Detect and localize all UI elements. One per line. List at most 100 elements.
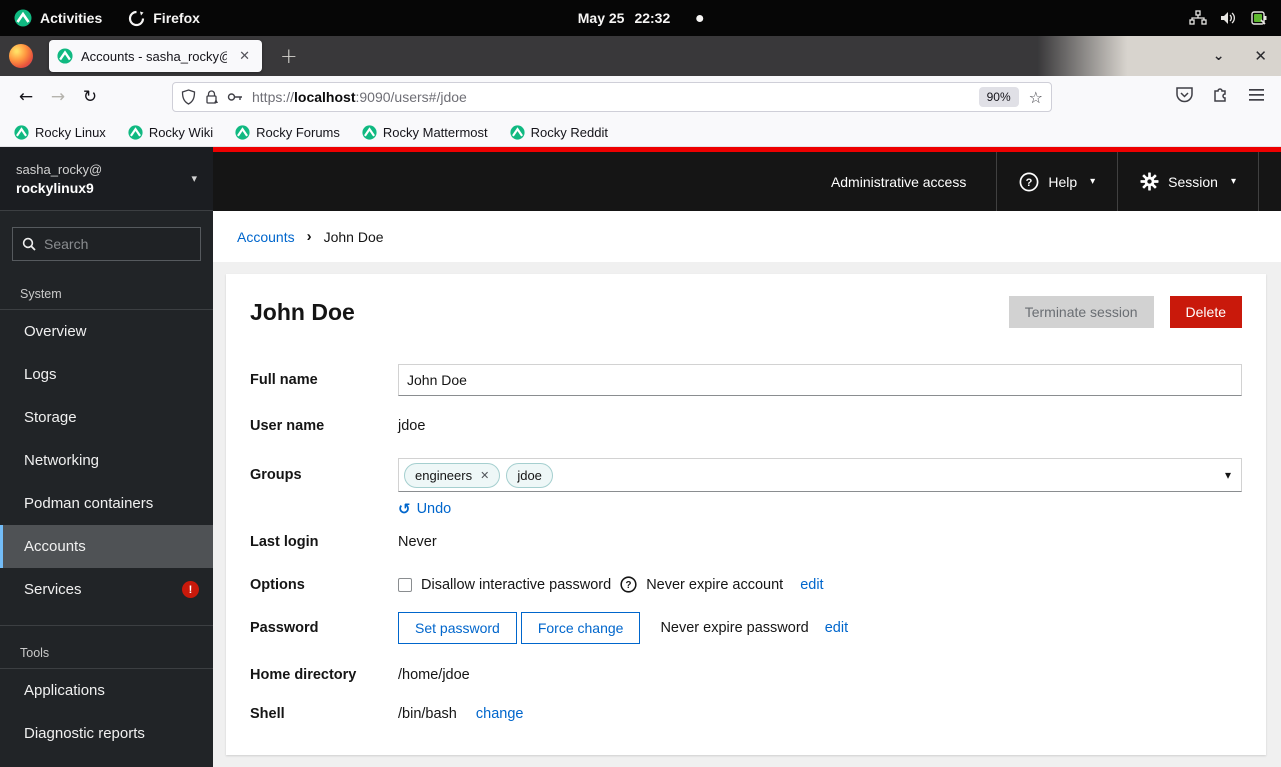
sidebar-item-diagnostic-reports[interactable]: Diagnostic reports (0, 712, 213, 755)
search-input[interactable] (44, 236, 174, 252)
firefox-icon (129, 10, 145, 26)
window-close-icon[interactable]: ✕ (1254, 47, 1267, 65)
admin-access-label: Administrative access (830, 173, 967, 190)
list-tabs-icon[interactable]: ⌄ (1213, 48, 1225, 64)
nav-section-title: System (20, 287, 62, 301)
admin-access-indicator[interactable]: Administrative access (831, 152, 996, 211)
disallow-password-checkbox[interactable] (398, 577, 412, 592)
undo-link[interactable]: Undo (417, 501, 452, 517)
url-prefix: https:// (252, 89, 295, 105)
gear-icon (1140, 172, 1159, 191)
host-switcher[interactable]: sasha_rocky@ rockylinux9 ▾ (0, 147, 213, 211)
sidebar-item-storage[interactable]: Storage (0, 396, 213, 439)
back-button[interactable]: ← (10, 82, 42, 112)
clock-time: 22:32 (634, 10, 671, 26)
url-text: https://localhost:9090/users#/jdoe (252, 89, 979, 105)
bookmark-rocky-reddit[interactable]: Rocky Reddit (510, 125, 608, 140)
shell-change-link[interactable]: change (476, 706, 524, 722)
password-label: Password (250, 620, 319, 636)
sidebar-item-applications[interactable]: Applications (0, 669, 213, 712)
force-change-button[interactable]: Force change (520, 612, 641, 644)
sidebar-item-label: Podman containers (24, 495, 154, 512)
network-icon (1189, 10, 1207, 25)
page-title: John Doe (250, 298, 355, 325)
bookmark-star-icon[interactable]: ☆ (1029, 88, 1043, 107)
chip-label: jdoe (517, 467, 542, 483)
sidebar-item-services[interactable]: Services ! (0, 568, 213, 611)
question-circle-icon[interactable]: ? (620, 576, 637, 593)
breadcrumb-accounts-link[interactable]: Accounts (237, 229, 295, 245)
group-chip-jdoe: jdoe (506, 462, 553, 488)
forward-button[interactable]: → (42, 82, 74, 112)
masthead-endcap (1258, 152, 1281, 211)
rocky-favicon (362, 124, 377, 140)
activities-button[interactable]: Activities (14, 9, 102, 27)
bookmark-label: Rocky Linux (35, 124, 106, 140)
reload-button[interactable]: ↻ (74, 82, 106, 112)
help-menu-button[interactable]: ? Help ▾ (996, 152, 1117, 211)
user-name-value: jdoe (398, 418, 426, 434)
sidebar-item-label: Storage (24, 409, 77, 426)
shell-path: /bin/bash (398, 706, 457, 722)
bookmark-label: Rocky Mattermost (382, 124, 488, 140)
chip-remove-icon[interactable]: ✕ (480, 469, 489, 482)
page-content: John Doe Terminate session Delete Full n… (213, 262, 1281, 767)
options-label: Options (250, 576, 305, 593)
firefox-menu-label: Firefox (153, 10, 200, 26)
sidebar-search[interactable] (12, 227, 201, 261)
sidebar-item-label: Logs (24, 366, 57, 383)
chevron-down-icon: ▾ (1090, 176, 1096, 187)
chip-label: engineers (415, 467, 473, 483)
bookmark-rocky-mattermost[interactable]: Rocky Mattermost (362, 125, 488, 140)
bookmark-rocky-wiki[interactable]: Rocky Wiki (128, 125, 213, 140)
zoom-level-badge[interactable]: 90% (978, 87, 1019, 107)
browser-tab-accounts[interactable]: Accounts - sasha_rocky@ ✕ (49, 40, 262, 72)
new-tab-button[interactable]: + (270, 44, 308, 68)
firefox-menu-button[interactable]: Firefox (128, 10, 200, 27)
session-label: Session (1168, 173, 1218, 190)
password-expiry-edit-link[interactable]: edit (825, 620, 848, 636)
undo-icon: ↺ (398, 500, 411, 518)
undo-action[interactable]: ↺ Undo (398, 500, 1242, 518)
sidebar-item-logs[interactable]: Logs (0, 353, 213, 396)
extensions-icon[interactable] (1212, 86, 1230, 109)
bookmark-rocky-linux[interactable]: Rocky Linux (14, 125, 106, 140)
sidebar-item-label: Overview (24, 323, 87, 340)
system-tray[interactable] (1189, 10, 1269, 26)
help-label: Help (1048, 173, 1078, 190)
sidebar-item-label: Diagnostic reports (24, 725, 145, 742)
bookmark-rocky-forums[interactable]: Rocky Forums (235, 125, 340, 140)
lock-warning-icon[interactable] (204, 89, 219, 105)
search-icon (22, 237, 36, 251)
url-bar[interactable]: https://localhost:9090/users#/jdoe 90% ☆ (172, 82, 1052, 112)
tab-close-icon[interactable]: ✕ (235, 48, 254, 65)
firefox-tab-bar: Accounts - sasha_rocky@ ✕ + ⌄ ✕ (0, 36, 1281, 76)
services-alert-badge: ! (182, 581, 199, 598)
sidebar-nav: System Overview Logs Storage Networking … (0, 267, 213, 755)
session-menu-button[interactable]: Session ▾ (1117, 152, 1258, 211)
pocket-icon[interactable] (1175, 86, 1194, 109)
host-user: sasha_rocky@ (16, 162, 103, 178)
clock[interactable]: May 25 22:32 (578, 10, 704, 26)
sidebar-item-networking[interactable]: Networking (0, 439, 213, 482)
menu-icon[interactable] (1248, 88, 1265, 107)
groups-label: Groups (250, 467, 302, 483)
groups-combobox[interactable]: engineers ✕ jdoe ▾ (398, 458, 1242, 492)
key-icon[interactable] (227, 91, 244, 103)
sidebar-item-accounts[interactable]: Accounts (0, 525, 213, 568)
last-login-label: Last login (250, 534, 319, 550)
account-details-card: John Doe Terminate session Delete Full n… (226, 274, 1266, 755)
disallow-password-label: Disallow interactive password (421, 576, 612, 593)
notification-dot (696, 14, 704, 22)
account-expiry-edit-link[interactable]: edit (800, 577, 823, 593)
full-name-input[interactable] (398, 364, 1242, 396)
sidebar-item-podman-containers[interactable]: Podman containers (0, 482, 213, 525)
shield-icon[interactable] (181, 89, 196, 105)
combobox-caret-icon[interactable]: ▾ (1225, 468, 1231, 482)
delete-button[interactable]: Delete (1169, 296, 1242, 328)
firefox-nav-toolbar: ← → ↻ https://localhost:9090/users#/jdoe… (0, 76, 1281, 118)
set-password-button[interactable]: Set password (398, 612, 517, 644)
terminate-session-button[interactable]: Terminate session (1008, 296, 1154, 328)
activities-label: Activities (40, 10, 103, 26)
sidebar-item-overview[interactable]: Overview (0, 310, 213, 353)
